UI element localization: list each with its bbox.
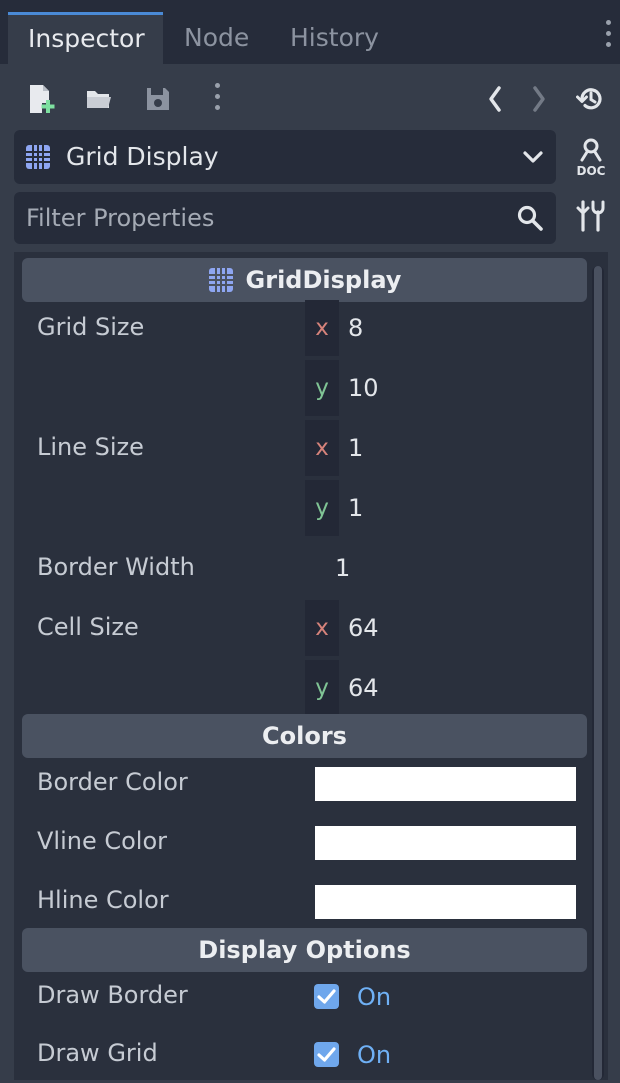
more-vertical-icon[interactable] [200, 82, 234, 116]
grid-size-y-axis-label: y [305, 360, 339, 416]
cell-size-x-field[interactable]: 64 [348, 600, 379, 656]
chevron-right-icon[interactable] [522, 82, 556, 116]
section-title: GridDisplay [245, 266, 402, 294]
scrollbar-thumb[interactable] [594, 266, 602, 1080]
vline-color-label: Vline Color [37, 827, 168, 855]
tab-inspector[interactable]: Inspector [8, 12, 163, 64]
grid-size-label: Grid Size [37, 313, 145, 341]
hline-color-swatch[interactable] [315, 885, 576, 919]
draw-border-checkbox[interactable] [314, 984, 339, 1009]
tab-menu-icon[interactable] [598, 20, 618, 54]
section-title: Display Options [198, 936, 411, 964]
section-title: Colors [262, 722, 347, 750]
draw-grid-label: Draw Grid [37, 1039, 158, 1067]
border-color-label: Border Color [37, 768, 188, 796]
grid-size-y-field[interactable]: 10 [348, 360, 379, 416]
tools-icon[interactable] [574, 198, 608, 234]
search-icon [516, 204, 544, 232]
chevron-down-icon[interactable] [518, 142, 548, 172]
line-size-y-axis-label: y [305, 480, 339, 536]
line-size-label: Line Size [37, 433, 144, 461]
draw-border-state[interactable]: On [357, 977, 391, 1017]
cell-size-x-axis-label: x [305, 600, 339, 656]
draw-grid-checkbox[interactable] [314, 1042, 339, 1067]
line-size-y-field[interactable]: 1 [348, 480, 363, 536]
tab-history[interactable]: History [270, 12, 399, 64]
checkmark-icon [317, 1047, 336, 1062]
svg-text:DOC: DOC [577, 164, 606, 178]
checkmark-icon [317, 989, 336, 1004]
object-selector[interactable]: Grid Display [14, 130, 556, 184]
doc-icon[interactable]: DOC [572, 136, 610, 178]
border-width-label: Border Width [37, 553, 195, 581]
cell-size-y-field[interactable]: 64 [348, 660, 379, 716]
tab-node[interactable]: Node [164, 12, 269, 64]
border-width-field[interactable]: 1 [335, 540, 350, 596]
vline-color-swatch[interactable] [315, 826, 576, 860]
object-name: Grid Display [66, 142, 219, 171]
section-griddisplay[interactable]: GridDisplay [22, 258, 587, 302]
line-size-x-axis-label: x [305, 420, 339, 476]
save-icon[interactable] [141, 82, 175, 116]
line-size-x-field[interactable]: 1 [348, 420, 363, 476]
new-script-icon[interactable] [24, 82, 58, 116]
grid-size-x-field[interactable]: 8 [348, 300, 363, 356]
filter-properties-input[interactable]: Filter Properties [14, 192, 556, 244]
filter-placeholder: Filter Properties [26, 204, 215, 232]
draw-border-label: Draw Border [37, 981, 188, 1009]
cell-size-label: Cell Size [37, 613, 139, 641]
grid-icon [208, 267, 234, 293]
draw-grid-state[interactable]: On [357, 1035, 391, 1075]
grid-icon [25, 144, 51, 174]
chevron-left-icon[interactable] [478, 82, 512, 116]
grid-size-x-axis-label: x [305, 300, 339, 356]
border-color-swatch[interactable] [315, 767, 576, 801]
history-icon[interactable] [574, 82, 608, 116]
cell-size-y-axis-label: y [305, 660, 339, 716]
hline-color-label: Hline Color [37, 886, 169, 914]
open-folder-icon[interactable] [82, 82, 116, 116]
